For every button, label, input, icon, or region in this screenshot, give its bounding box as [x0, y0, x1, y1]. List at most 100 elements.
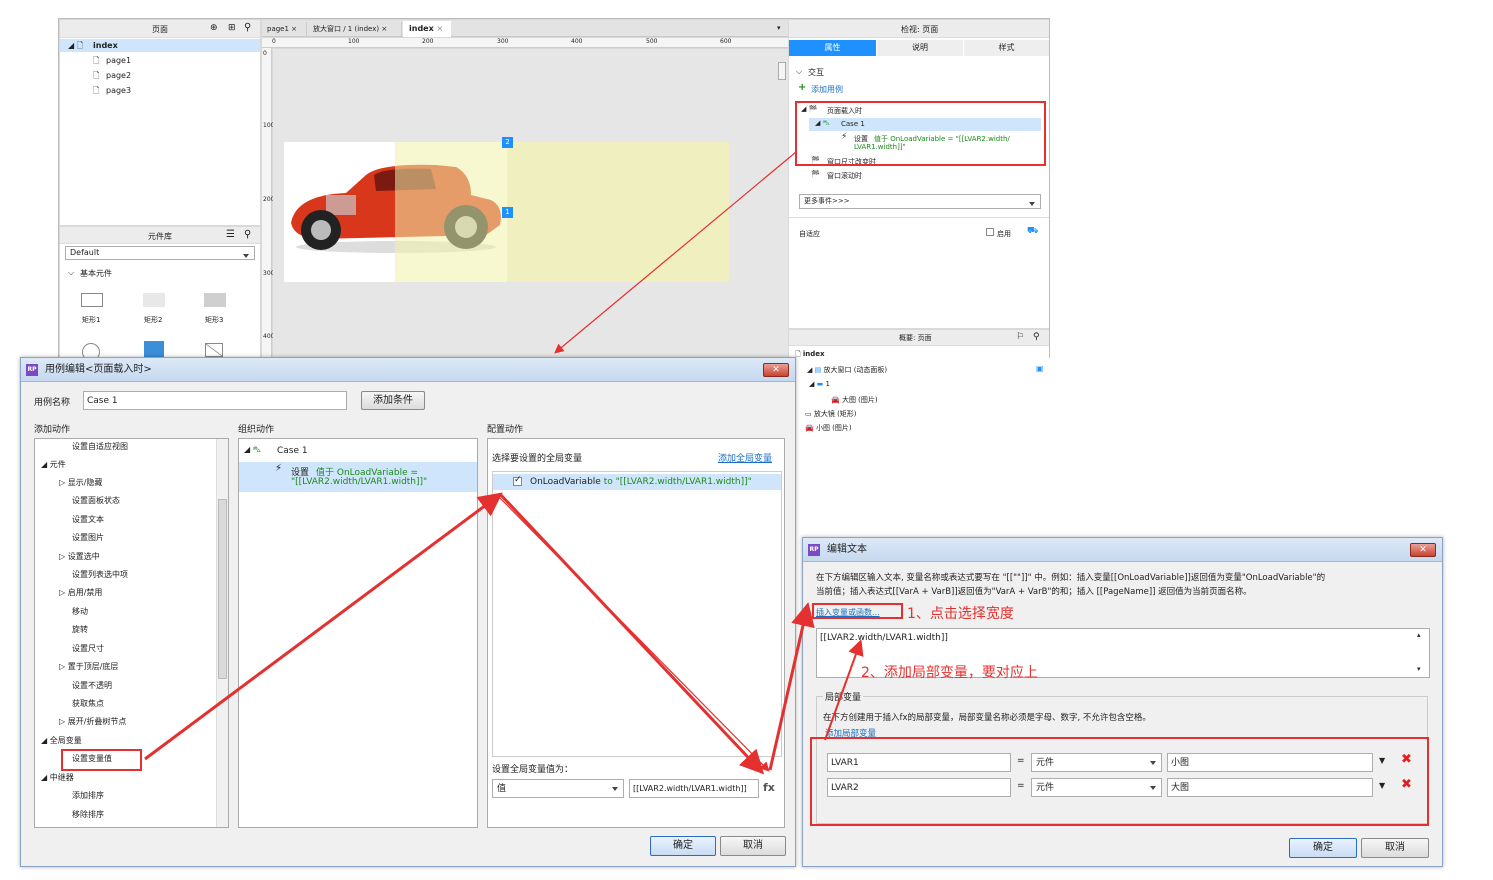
- add-page-icon[interactable]: ⊕: [210, 23, 218, 33]
- ok-button[interactable]: 确定: [1289, 838, 1357, 858]
- tree-item[interactable]: 设置面板状态: [72, 495, 120, 506]
- scroll-up-icon[interactable]: ▴: [1417, 631, 1421, 639]
- case-name-label: 用例名称: [34, 398, 71, 408]
- outline-item[interactable]: 🚘 小图 (图片): [805, 423, 852, 433]
- tree-item[interactable]: 旋转: [72, 624, 88, 635]
- widgets-panel: 元件库 ☰ ⚲ Default ⌵ 基本元件 矩形1 矩形2 矩形3: [60, 227, 260, 361]
- ruler-tick: 500: [646, 38, 658, 45]
- highlight-box: [812, 603, 903, 619]
- add-case-link[interactable]: 添加用例: [811, 84, 843, 95]
- tree-item[interactable]: ▷ 展开/折叠树节点: [59, 716, 126, 727]
- tabs-dropdown-icon[interactable]: ▾: [777, 24, 781, 32]
- cancel-button[interactable]: 取消: [1361, 838, 1429, 858]
- tab-panel-state[interactable]: 放大窗口 / 1 (index) ×: [308, 22, 402, 37]
- enable-checkbox[interactable]: [986, 228, 994, 236]
- configure-actions-panel: 选择要设置的全局变量 添加全局变量 ✓ OnLoadVariable to "[…: [487, 438, 785, 828]
- tree-item[interactable]: 获取焦点: [72, 698, 104, 709]
- scroll-down-icon[interactable]: ▾: [1417, 665, 1421, 673]
- search-icon[interactable]: ⚲: [244, 22, 251, 33]
- add-global-link[interactable]: 添加全局变量: [718, 451, 772, 464]
- more-events-select[interactable]: 更多事件>>>: [799, 194, 1041, 209]
- fx-button[interactable]: fx: [763, 781, 775, 794]
- pages-panel-title: 页面: [152, 25, 168, 34]
- annotation-step2: 2、添加局部变量，要对应上: [861, 665, 1038, 681]
- cancel-button[interactable]: 取消: [720, 836, 786, 856]
- tree-item[interactable]: 设置不透明: [72, 680, 112, 691]
- add-condition-button[interactable]: 添加条件: [361, 391, 425, 410]
- case-item[interactable]: Case 1: [277, 446, 308, 456]
- zoom-panel[interactable]: [507, 142, 729, 282]
- outline-item[interactable]: ◢ ▬ 1: [809, 380, 830, 388]
- tree-item[interactable]: 设置图片: [72, 532, 104, 543]
- tree-item[interactable]: 添加排序: [72, 790, 104, 801]
- filter-icon[interactable]: ⚐: [1016, 332, 1024, 342]
- tree-group[interactable]: ◢ 中继器: [41, 772, 74, 783]
- vertical-scrollbar[interactable]: [216, 439, 228, 827]
- tree-item[interactable]: 设置列表选中项: [72, 569, 128, 580]
- menu-icon[interactable]: ☰: [226, 229, 235, 240]
- outline-item[interactable]: 🚘 大图 (图片): [831, 395, 878, 405]
- page-item[interactable]: page3: [106, 86, 131, 95]
- tree-item[interactable]: ▷ 启用/禁用: [59, 587, 102, 598]
- dialog-title-bar: RP 编辑文本: [803, 538, 1442, 562]
- interaction-section[interactable]: 交互: [808, 67, 824, 78]
- magnifier-rect[interactable]: [395, 142, 507, 282]
- add-folder-icon[interactable]: ⊞: [228, 23, 236, 33]
- outline-item[interactable]: ◢ ▤ 放大窗口 (动态面板): [807, 365, 887, 375]
- horizontal-ruler: [262, 38, 788, 48]
- tab-notes[interactable]: 说明: [877, 40, 963, 56]
- rect-widget[interactable]: [204, 293, 226, 307]
- ok-button[interactable]: 确定: [650, 836, 716, 856]
- tree-item[interactable]: ▷ 设置选中: [59, 551, 100, 562]
- global-var-checkbox[interactable]: ✓: [513, 475, 522, 486]
- close-button[interactable]: ✕: [763, 363, 789, 377]
- outline-item-icon[interactable]: ▣: [1036, 364, 1044, 373]
- close-button[interactable]: ✕: [1410, 543, 1436, 557]
- column-title: 配置动作: [487, 425, 524, 435]
- image-badge[interactable]: 1: [502, 207, 513, 218]
- event-scroll[interactable]: 窗口滚动时: [827, 171, 862, 181]
- search-icon[interactable]: ⚲: [1033, 332, 1040, 342]
- page-tree-root[interactable]: index: [93, 41, 118, 50]
- outline-item[interactable]: ▭ 放大镜 (矩形): [805, 409, 857, 419]
- panel-badge[interactable]: 2: [502, 137, 513, 148]
- tree-item[interactable]: ▷ 显示/隐藏: [59, 477, 102, 488]
- search-icon[interactable]: ⚲: [244, 229, 251, 240]
- canvas-scrollbar[interactable]: [778, 62, 786, 80]
- annotation-step1: 1、点击选择宽度: [907, 606, 1014, 622]
- placeholder-widget[interactable]: [205, 343, 223, 357]
- organize-actions-tree: ◢ ⛍ Case 1 ⚡ 设置 值于 OnLoadVariable = "[[L…: [238, 438, 478, 828]
- tree-item[interactable]: 设置尺寸: [72, 643, 104, 654]
- widget-label: 矩形3: [205, 316, 224, 324]
- tree-item[interactable]: 设置自适应视图: [72, 441, 128, 452]
- widget-section[interactable]: 基本元件: [80, 268, 112, 279]
- rect-widget[interactable]: [143, 293, 165, 307]
- outline-panel: 概要: 页面 ⚐ ⚲ 🗋 index ◢ ▤ 放大窗口 (动态面板) ▣ ◢ ▬…: [789, 330, 1049, 540]
- page-item[interactable]: page2: [106, 71, 131, 80]
- page-item[interactable]: page1: [106, 56, 131, 65]
- rect-widget[interactable]: [81, 293, 103, 307]
- lightning-icon: ⚡: [275, 463, 283, 474]
- library-select[interactable]: Default: [65, 246, 255, 260]
- value-type-select[interactable]: 值: [492, 779, 624, 798]
- tree-group[interactable]: ◢ 全局变量: [41, 735, 82, 746]
- adaptive-settings-icon[interactable]: ⛟: [1027, 226, 1038, 237]
- value-input[interactable]: [[LVAR2.width/LVAR1.width]]: [629, 779, 759, 798]
- image-widget[interactable]: [144, 341, 164, 357]
- outline-root[interactable]: 🗋 index: [795, 350, 825, 361]
- case-name-input[interactable]: Case 1: [83, 391, 347, 410]
- tree-group[interactable]: ◢ 元件: [41, 459, 66, 470]
- tab-style[interactable]: 样式: [964, 40, 1049, 56]
- tab-index[interactable]: index ×: [403, 21, 451, 37]
- ruler-tick: 400: [571, 38, 583, 45]
- set-global-label: 设置全局变量值为：: [492, 765, 574, 775]
- ruler-tick: 0: [263, 50, 267, 57]
- add-icon: +: [798, 82, 807, 93]
- tree-item[interactable]: 移动: [72, 606, 88, 617]
- tree-item[interactable]: ▷ 置于顶层/底层: [59, 661, 118, 672]
- tab-page1[interactable]: page1 ×: [262, 22, 307, 37]
- tab-properties[interactable]: 属性: [789, 40, 876, 56]
- tree-item[interactable]: 移除排序: [72, 809, 104, 820]
- ruler-tick: 200: [422, 38, 434, 45]
- tree-item[interactable]: 设置文本: [72, 514, 104, 525]
